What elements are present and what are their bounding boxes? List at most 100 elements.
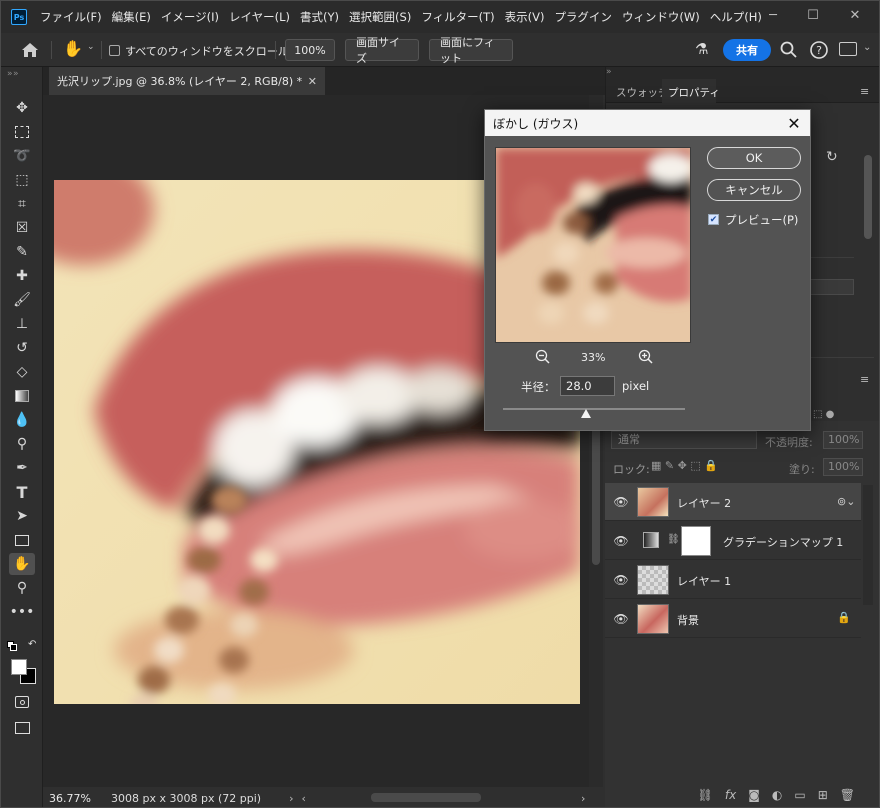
history-brush-tool-icon[interactable]: ↺ [9, 337, 35, 359]
fx-icon[interactable]: fx [725, 788, 736, 802]
cancel-button[interactable]: キャンセル [707, 179, 801, 201]
share-button[interactable]: 共有 [723, 39, 771, 61]
menu-select[interactable]: 選択範囲(S) [344, 1, 416, 33]
frame-tool-icon[interactable]: ☒ [9, 217, 35, 239]
lock-icons[interactable]: ▦ ✎ ✥ ⬚ 🔒 [651, 459, 718, 472]
zoom-status[interactable]: 36.77% [49, 792, 101, 805]
type-tool-icon[interactable]: T [9, 481, 35, 503]
reset-icon[interactable]: ↻ [826, 149, 838, 165]
link-icon[interactable]: ⛓ [667, 534, 680, 545]
search-icon[interactable] [779, 40, 799, 60]
document-tab[interactable]: 光沢リップ.jpg @ 36.8% (レイヤー 2, RGB/8) * ✕ [49, 67, 325, 95]
fill-screen-button[interactable]: 画面にフィット [429, 36, 513, 65]
menu-layer[interactable]: レイヤー(L) [224, 1, 295, 33]
color-swatches[interactable] [11, 659, 39, 687]
hand-tool-preset-icon[interactable]: ✋ [63, 39, 83, 61]
layers-scrollbar[interactable] [863, 485, 873, 605]
fit-screen-button[interactable]: 画面サイズ [345, 36, 419, 65]
properties-scrollbar[interactable] [864, 155, 872, 239]
menu-image[interactable]: イメージ(I) [156, 1, 224, 33]
default-colors-icon[interactable] [7, 641, 18, 652]
scroll-right-icon[interactable]: › [581, 792, 585, 805]
path-select-tool-icon[interactable]: ➤ [9, 505, 35, 527]
menu-view[interactable]: 表示(V) [500, 1, 550, 33]
object-select-tool-icon[interactable]: ⬚ [9, 169, 35, 191]
dialog-title-bar[interactable]: ぼかし (ガウス) ✕ [485, 110, 810, 136]
zoom-in-icon[interactable] [638, 349, 654, 365]
smart-filter-icon[interactable]: ⊚⌄ [837, 495, 855, 508]
layer-filter-icons[interactable]: ⬚ ● [813, 409, 834, 420]
preview-checkbox[interactable]: ✔ [708, 214, 719, 225]
menu-edit[interactable]: 編集(E) [107, 1, 156, 33]
close-tab-icon[interactable]: ✕ [308, 75, 317, 88]
chevron-down-icon[interactable]: ⌄ [863, 42, 871, 53]
maximize-icon[interactable]: ☐ [793, 1, 833, 29]
eye-icon[interactable]: 👁 [613, 612, 629, 626]
opacity-input[interactable]: 100% [823, 431, 863, 449]
scroll-left-icon[interactable]: ‹ [301, 792, 305, 805]
ok-button[interactable]: OK [707, 147, 801, 169]
chevron-down-icon[interactable]: ⌄ [87, 42, 95, 52]
radius-slider-thumb[interactable] [581, 409, 591, 418]
layer-name[interactable]: 背景 [677, 612, 699, 628]
more-tools-icon[interactable]: ••• [9, 601, 35, 623]
radius-input[interactable] [560, 376, 615, 396]
menu-type[interactable]: 書式(Y) [295, 1, 344, 33]
workspace-icon[interactable] [839, 42, 857, 56]
screen-mode-icon[interactable] [9, 717, 35, 739]
layer-row[interactable]: 👁 ⛓ グラデーションマップ 1 [605, 522, 861, 560]
layer-name[interactable]: レイヤー 2 [677, 495, 731, 511]
new-layer-icon[interactable]: ⊞ [818, 788, 828, 802]
trash-icon[interactable]: 🗑 [840, 788, 855, 802]
eye-icon[interactable]: 👁 [613, 534, 629, 548]
marquee-tool-icon[interactable] [9, 121, 35, 143]
canvas-horizontal-scrollbar[interactable] [371, 793, 481, 802]
gradient-tool-icon[interactable] [9, 385, 35, 407]
swap-colors-icon[interactable]: ↶ [28, 639, 36, 650]
collapse-icon[interactable]: » [7, 69, 13, 79]
blend-mode-select[interactable]: 通常 [611, 431, 757, 449]
scroll-all-checkbox[interactable] [109, 45, 120, 56]
new-group-icon[interactable]: ▭ [794, 788, 805, 802]
zoom-tool-icon[interactable]: ⚲ [9, 577, 35, 599]
panel-menu-icon[interactable]: ≡ [860, 85, 869, 98]
layer-row[interactable]: 👁 レイヤー 2 ⊚⌄ [605, 483, 861, 521]
eyedropper-tool-icon[interactable]: ✎ [9, 241, 35, 263]
adjustment-layer-icon[interactable]: ◐ [772, 788, 782, 802]
layer-name[interactable]: グラデーションマップ 1 [723, 534, 843, 550]
blur-preview[interactable] [495, 147, 691, 343]
fill-input[interactable]: 100% [823, 458, 863, 476]
link-layers-icon[interactable]: ⛓ [698, 788, 713, 802]
move-tool-icon[interactable]: ✥ [9, 97, 35, 119]
brush-tool-icon[interactable]: 🖌 [9, 289, 35, 311]
zoom-100-button[interactable]: 100% [285, 39, 335, 61]
layer-row[interactable]: 👁 レイヤー 1 [605, 561, 861, 599]
zoom-out-icon[interactable] [535, 349, 551, 365]
crop-tool-icon[interactable]: ⌗ [9, 193, 35, 215]
menu-file[interactable]: ファイル(F) [35, 1, 107, 33]
stamp-tool-icon[interactable]: ⊥ [9, 313, 35, 335]
tab-swatches[interactable]: スウォッチ [616, 85, 669, 100]
healing-brush-tool-icon[interactable]: ✚ [9, 265, 35, 287]
menu-filter[interactable]: フィルター(T) [416, 1, 499, 33]
layer-row[interactable]: 👁 背景 🔒 [605, 600, 861, 638]
eraser-tool-icon[interactable]: ◇ [9, 361, 35, 383]
help-icon[interactable]: ? [809, 40, 829, 60]
close-window-icon[interactable]: ✕ [835, 1, 875, 29]
home-icon[interactable] [19, 40, 41, 60]
eye-icon[interactable]: 👁 [613, 573, 629, 587]
hand-tool-icon[interactable]: ✋ [9, 553, 35, 575]
radius-slider-track[interactable] [503, 408, 685, 410]
dodge-tool-icon[interactable]: ⚲ [9, 433, 35, 455]
lasso-tool-icon[interactable]: ➰ [9, 145, 35, 167]
quick-mask-icon[interactable] [9, 691, 35, 713]
panel-menu-icon[interactable]: ≡ [860, 373, 869, 386]
tab-properties[interactable]: プロパティ [668, 85, 720, 100]
close-icon[interactable]: ✕ [782, 111, 806, 135]
collapse-icon[interactable]: » [606, 67, 612, 77]
pen-tool-icon[interactable]: ✒ [9, 457, 35, 479]
collapse-icon[interactable]: » [13, 69, 19, 79]
minimize-icon[interactable]: ─ [753, 1, 793, 29]
layer-name[interactable]: レイヤー 1 [677, 573, 731, 589]
add-mask-icon[interactable]: ◙ [748, 788, 760, 802]
